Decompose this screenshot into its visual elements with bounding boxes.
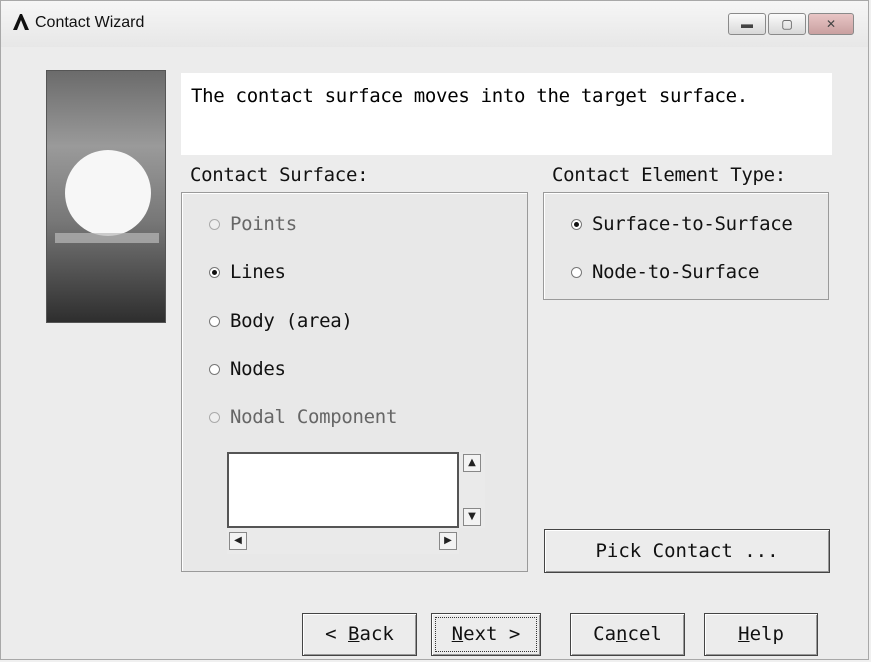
illustration-circle	[65, 150, 151, 236]
scroll-right-icon[interactable]: ▶	[439, 532, 457, 550]
maximize-icon: ▢	[781, 17, 793, 31]
mnemonic: n	[616, 623, 628, 645]
radio-nodes[interactable]: Nodes	[209, 358, 286, 380]
radio-surface-to-surface[interactable]: Surface-to-Surface	[571, 213, 793, 235]
minimize-icon: ▬	[741, 17, 753, 31]
radio-button[interactable]	[209, 315, 220, 327]
vertical-scrollbar[interactable]: ▲ ▼	[459, 452, 485, 528]
ansys-logo-icon	[13, 14, 29, 30]
illustration-bar	[55, 233, 159, 243]
contact-surface-label: Contact Surface:	[190, 164, 369, 186]
back-button[interactable]: < Back	[302, 613, 417, 656]
radio-button[interactable]	[209, 411, 220, 423]
radio-button[interactable]	[209, 218, 220, 230]
radio-label: Body (area)	[230, 310, 353, 332]
radio-node-to-surface[interactable]: Node-to-Surface	[571, 261, 759, 283]
contact-wizard-window: Contact Wizard ▬ ▢ ✕ The contact surface…	[0, 0, 869, 660]
radio-label: Points	[230, 213, 297, 235]
element-type-group: Surface-to-Surface Node-to-Surface	[543, 192, 829, 300]
radio-label: Surface-to-Surface	[592, 213, 793, 235]
radio-points[interactable]: Points	[209, 213, 297, 235]
scroll-left-icon[interactable]: ◀	[229, 532, 247, 550]
horizontal-scrollbar[interactable]: ◀ ▶	[227, 528, 459, 554]
label-part: cel	[627, 623, 662, 645]
maximize-button[interactable]: ▢	[768, 13, 806, 35]
window-title: Contact Wizard	[35, 14, 145, 31]
help-button[interactable]: Help	[704, 613, 818, 656]
mnemonic: B	[348, 623, 360, 645]
focus-indicator	[435, 617, 537, 652]
radio-nodal-component[interactable]: Nodal Component	[209, 406, 397, 428]
radio-button[interactable]	[209, 266, 220, 278]
scroll-down-icon[interactable]: ▼	[463, 508, 481, 526]
contact-element-type-label: Contact Element Type:	[552, 164, 786, 186]
window-controls: ▬ ▢ ✕	[728, 13, 854, 35]
scroll-up-icon[interactable]: ▲	[463, 454, 481, 472]
minimize-button[interactable]: ▬	[728, 13, 766, 35]
radio-lines[interactable]: Lines	[209, 261, 286, 283]
pick-contact-button[interactable]: Pick Contact ...	[544, 529, 830, 573]
button-label: Cancel	[593, 623, 662, 645]
cancel-button[interactable]: Cancel	[570, 613, 685, 656]
radio-label: Nodes	[230, 358, 286, 380]
button-label: Pick Contact ...	[595, 540, 779, 562]
label-part: Ca	[593, 623, 617, 645]
close-button[interactable]: ✕	[808, 13, 854, 35]
radio-body-area[interactable]: Body (area)	[209, 310, 353, 332]
radio-button[interactable]	[571, 266, 582, 278]
next-button[interactable]: Next >	[431, 613, 541, 656]
title-bar[interactable]: Contact Wizard ▬ ▢ ✕	[1, 1, 868, 47]
wizard-illustration	[46, 70, 166, 323]
label-part: <	[325, 623, 349, 645]
button-label: Help	[738, 623, 784, 645]
radio-label: Lines	[230, 261, 286, 283]
radio-button[interactable]	[571, 218, 582, 230]
radio-label: Node-to-Surface	[592, 261, 760, 283]
nodal-component-listbox[interactable]: ▲ ▼ ◀ ▶	[227, 452, 485, 554]
close-icon: ✕	[825, 17, 837, 31]
listbox-area[interactable]	[227, 452, 459, 528]
mnemonic: H	[738, 623, 750, 645]
button-label: < Back	[325, 623, 394, 645]
radio-label: Nodal Component	[230, 406, 398, 428]
label-part: ack	[359, 623, 394, 645]
radio-button[interactable]	[209, 363, 220, 375]
label-part: elp	[749, 623, 784, 645]
wizard-message: The contact surface moves into the targe…	[181, 73, 832, 155]
